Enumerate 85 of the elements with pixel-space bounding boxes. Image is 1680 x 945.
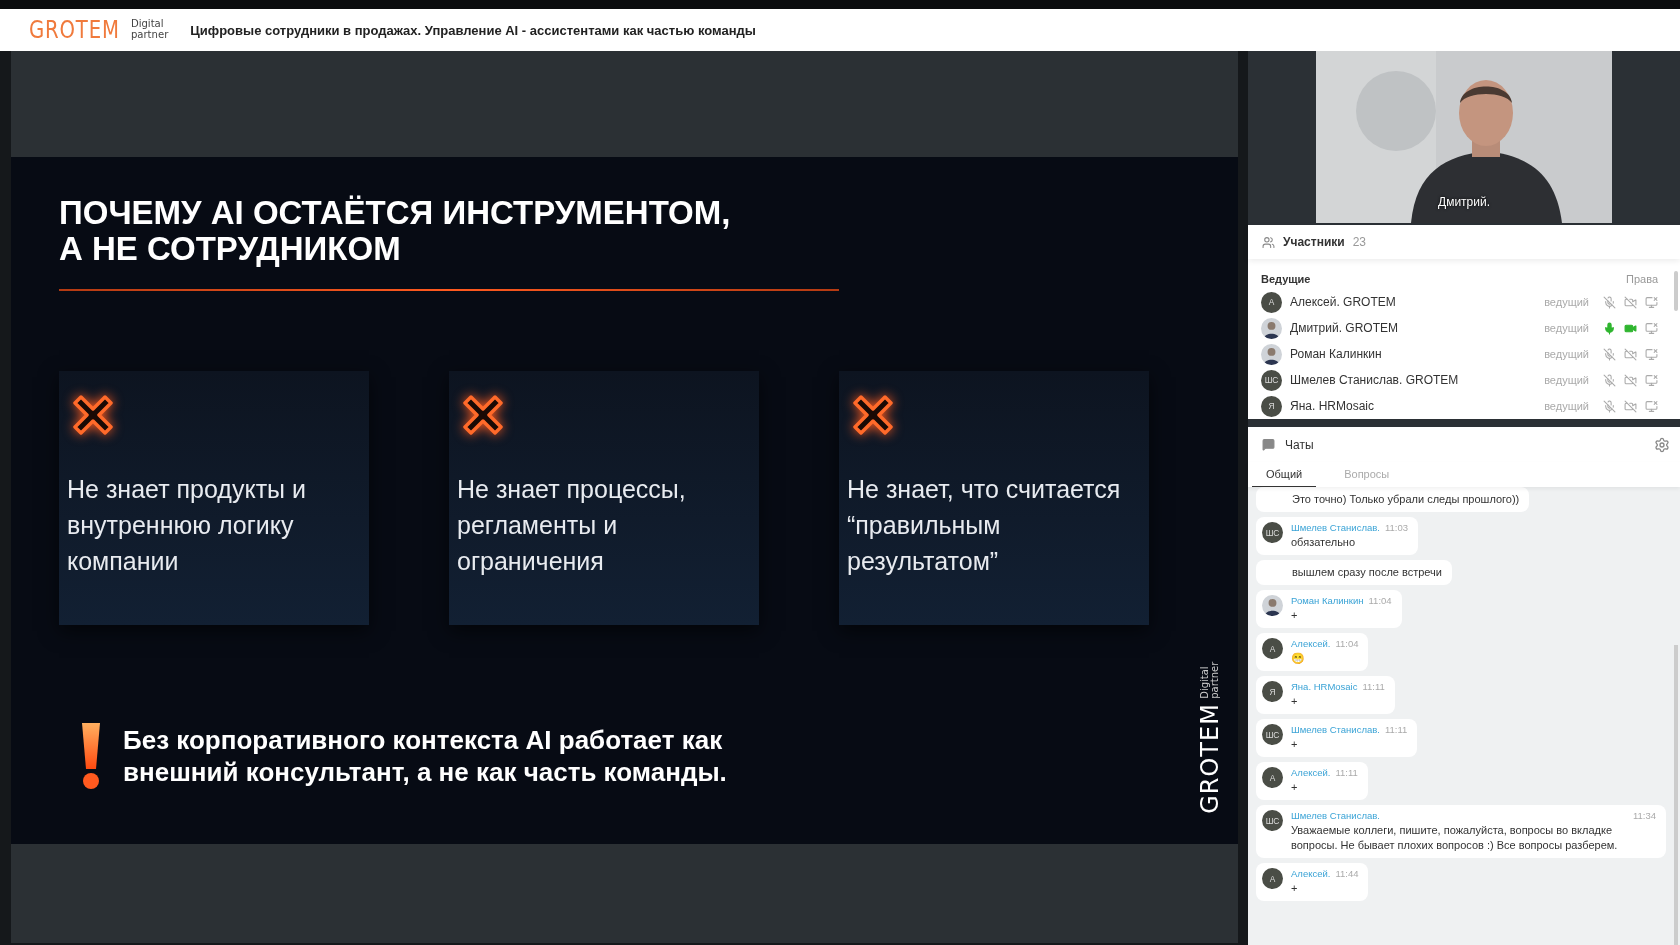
column-label: Права (1626, 273, 1658, 285)
avatar: ШС (1262, 810, 1283, 831)
logo-text: GROTEM (1196, 703, 1224, 814)
screen-share-off-icon[interactable] (1645, 295, 1658, 309)
screen-share-off-icon[interactable] (1645, 347, 1658, 361)
card-text: Не знает, что считается “правильным результатом” (847, 474, 1122, 577)
screen-share-off-icon[interactable] (1645, 373, 1658, 387)
chat-icon (1262, 438, 1275, 451)
settings-icon[interactable] (1654, 436, 1670, 453)
message-author: Шмелев Станислав. (1291, 522, 1380, 533)
message-author: Роман Калинкин (1291, 595, 1364, 606)
participant-role: ведущий (1544, 296, 1589, 308)
avatar: Я (1262, 681, 1283, 702)
card-text: Не знает продукты и внутреннюю логику компании (67, 474, 307, 577)
section-title: Ведущие (1261, 273, 1311, 285)
message-time: 11:11 (1362, 681, 1385, 692)
participant-row[interactable]: Роман Калинкин ведущий (1261, 341, 1658, 367)
microphone-off-icon[interactable] (1603, 295, 1616, 309)
message-time: 11:04 (1368, 595, 1392, 606)
participant-role: ведущий (1544, 400, 1589, 412)
message-text: + (1291, 780, 1299, 795)
participant-row[interactable]: ШС Шмелев Станислав. GROTEM ведущий (1261, 367, 1658, 393)
slide-title: ПОЧЕМУ AI ОСТАЁТСЯ ИНСТРУМЕНТОМ, А НЕ СОТРУДНИКОМ (59, 195, 732, 267)
speaker-name: Дмитрий. (1438, 195, 1490, 209)
avatar: ШС (1261, 369, 1282, 391)
participant-role: ведущий (1544, 322, 1589, 334)
note-text: Без корпоративного контекста AI работает как внешний консультант, а не как часть команды. (123, 724, 727, 788)
participant-name: Дмитрий. GROTEM (1290, 321, 1399, 335)
message-author: Шмелев Станислав. (1291, 810, 1380, 821)
avatar: А (1262, 868, 1283, 889)
panel-title: Участники (1283, 235, 1345, 249)
participant-name: Шмелев Станислав. GROTEM (1290, 373, 1460, 387)
message-time: 11:44 (1335, 868, 1359, 879)
avatar: А (1262, 767, 1283, 788)
logo-tagline: Digital partner (130, 19, 169, 41)
message-text: + (1291, 694, 1299, 709)
message-time: 11:04 (1335, 638, 1359, 649)
camera-off-icon[interactable] (1624, 399, 1637, 413)
message-text: Это точно) Только убрали следы прошлого)) (1292, 492, 1520, 507)
message-time: 11:11 (1384, 724, 1408, 735)
message-time: 11:03 (1384, 522, 1408, 533)
message-text: вышлем сразу после встречи (1292, 565, 1442, 580)
message-time: 11:34 (1632, 810, 1656, 821)
camera-off-icon[interactable] (1624, 347, 1637, 361)
avatar: А (1261, 291, 1282, 313)
participant-name: Роман Калинкин (1290, 347, 1383, 361)
participant-row[interactable]: Я Яна. HRMosaic ведущий (1261, 393, 1658, 419)
message-text: обязательно (1291, 535, 1357, 550)
screen-share-off-icon[interactable] (1645, 399, 1658, 413)
message-text: + (1291, 608, 1299, 623)
participant-name: Яна. HRMosaic (1290, 399, 1375, 413)
microphone-off-icon[interactable] (1603, 399, 1616, 413)
microphone-off-icon[interactable] (1603, 347, 1616, 361)
message-text: + (1291, 737, 1299, 752)
message-author: Шмелев Станислав. (1291, 724, 1380, 735)
logo-text: GROTEM (29, 16, 120, 44)
message-author: Алексей. (1291, 638, 1331, 649)
message-author: Яна. HRMosaic (1291, 681, 1358, 692)
camera-off-icon[interactable] (1624, 373, 1637, 387)
participant-role: ведущий (1544, 374, 1589, 386)
message-text: + (1291, 881, 1299, 896)
card-text: Не знает процессы, регламенты и ограничения (457, 474, 687, 577)
avatar: Я (1261, 395, 1282, 417)
panel-title: Чаты (1285, 437, 1315, 452)
logo-tagline: Digital partner (1199, 662, 1221, 700)
people-icon (1262, 235, 1275, 249)
microphone-icon[interactable] (1603, 321, 1616, 335)
message-author: Алексей. (1291, 868, 1331, 879)
participant-name: Алексей. GROTEM (1290, 295, 1397, 309)
participant-count: 23 (1352, 235, 1367, 249)
participant-row[interactable]: Дмитрий. GROTEM ведущий (1261, 315, 1658, 341)
avatar: А (1262, 638, 1283, 659)
message-text: Уважаемые коллеги, пишите, пожалуйста, вопросы во вкладке вопросы. Не бывает плохих вопросов :) Все вопросы разберем. (1291, 823, 1619, 853)
microphone-off-icon[interactable] (1603, 373, 1616, 387)
avatar: ШС (1262, 522, 1283, 543)
message-text: 😁 (1291, 651, 1306, 666)
participant-role: ведущий (1544, 348, 1589, 360)
exclamation-icon (79, 721, 103, 791)
camera-off-icon[interactable] (1624, 295, 1637, 309)
message-author: Алексей. (1291, 767, 1331, 778)
message-time: 11:11 (1335, 767, 1358, 778)
webinar-title: Цифровые сотрудники в продажах. Управление AI - ассистентами как частью команды (190, 22, 756, 38)
avatar: ШС (1262, 724, 1283, 745)
screen-share-off-icon[interactable] (1645, 321, 1658, 335)
participant-row[interactable]: А Алексей. GROTEM ведущий (1261, 289, 1658, 315)
